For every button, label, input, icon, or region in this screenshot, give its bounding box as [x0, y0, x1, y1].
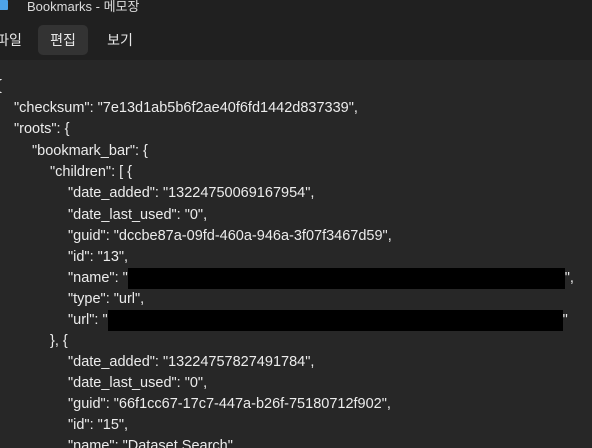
editor-line: "date_last_used": "0", [68, 375, 208, 391]
editor-line: "date_added": "13224757827491784", [68, 354, 315, 370]
editor-line: }, { [50, 333, 68, 349]
editor-line: "url": " " [68, 310, 568, 331]
editor-line: "date_added": "13224750069167954", [68, 185, 315, 201]
url-key-text: "url": " [68, 312, 108, 328]
window-title: Bookmarks - 메모장 [27, 0, 140, 14]
editor-line: "id": "13", [68, 249, 129, 265]
title-bar: Bookmarks - 메모장 [0, 0, 592, 18]
name-key-text: "name": " [68, 270, 128, 286]
editor-line: "roots": { [14, 121, 70, 137]
editor-line: "guid": "66f1cc67-17c7-447a-b26f-7518071… [68, 396, 391, 412]
editor-line: "guid": "dccbe87a-09fd-460a-946a-3f07f34… [68, 228, 392, 244]
redacted-url-block [107, 310, 563, 331]
url-end-text: " [562, 312, 568, 328]
editor-line: "id": "15", [68, 417, 129, 433]
editor-line: "name": "Dataset Search", [68, 438, 237, 448]
editor-line: "type": "url", [68, 291, 145, 307]
editor-line: "name": " ", [68, 268, 574, 289]
menu-bar: 파일 편집 보기 [0, 18, 592, 60]
redacted-name-block [127, 268, 565, 289]
editor-line: { [0, 76, 2, 97]
notepad-icon [0, 0, 8, 10]
name-end-text: ", [564, 270, 574, 286]
menu-edit[interactable]: 편집 [38, 25, 88, 55]
editor-line: "bookmark_bar": { [32, 143, 148, 159]
editor-line: "date_last_used": "0", [68, 207, 208, 223]
text-editor[interactable]: { "checksum": "7e13d1ab5b6f2ae40f6fd1442… [0, 60, 592, 448]
menu-view[interactable]: 보기 [98, 25, 142, 55]
editor-line: "checksum": "7e13d1ab5b6f2ae40f6fd1442d8… [14, 100, 358, 116]
menu-file[interactable]: 파일 [0, 25, 24, 55]
editor-line: "children": [ { [50, 164, 133, 180]
